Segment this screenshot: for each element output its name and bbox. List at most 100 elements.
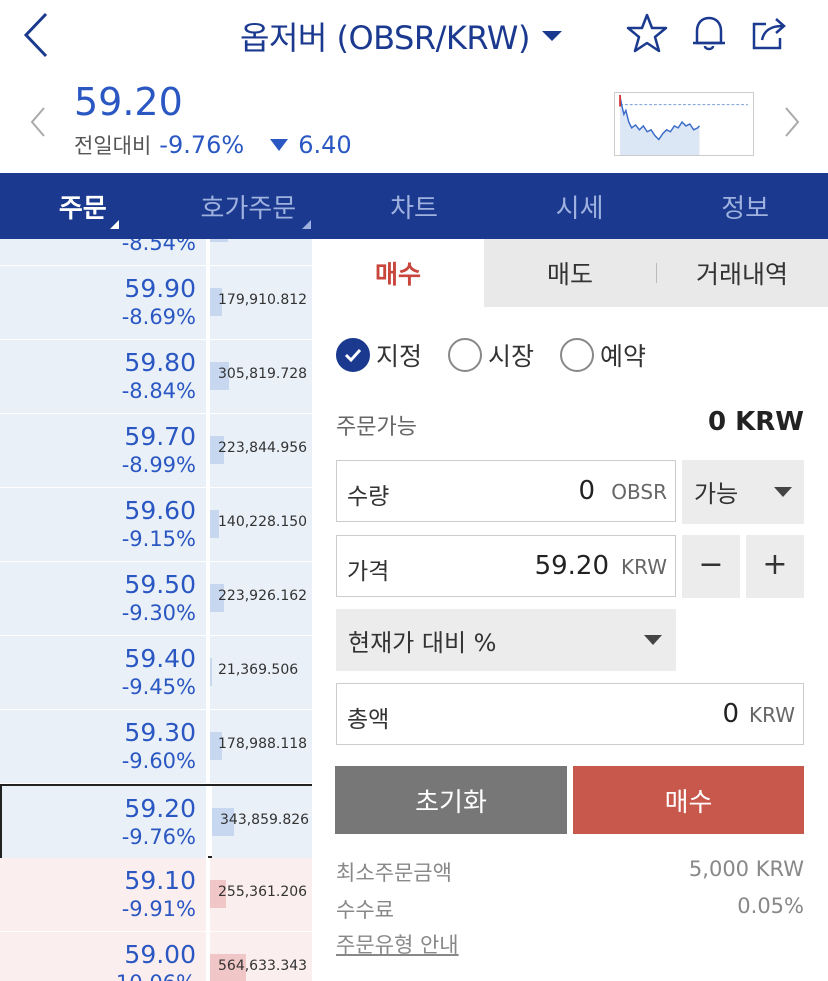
quantity-select[interactable]: 가능	[682, 460, 804, 524]
row-volume: 179,910.812	[218, 292, 308, 308]
orderbook-row[interactable]: 59.40 -9.45% 21,369.506	[0, 636, 312, 710]
row-price: 59.40	[124, 644, 196, 673]
price-value: 59.20	[534, 551, 609, 581]
orderbook-row[interactable]: 59.10 -9.91% 255,361.206	[0, 858, 312, 932]
tab-quote-order[interactable]: 호가주문	[166, 173, 332, 239]
price-cell: 59.20 -9.76%	[2, 786, 208, 859]
row-percent: -8.99%	[121, 453, 196, 477]
row-volume: 564,633.343	[218, 958, 308, 974]
price-cell: -8.54%	[0, 239, 208, 265]
subtab-buy[interactable]: 매수	[312, 239, 484, 307]
orderbook-row[interactable]: 59.80 -8.84% 305,819.728	[0, 340, 312, 414]
row-volume: 343,859.826	[220, 812, 310, 828]
row-price: 59.50	[124, 570, 196, 599]
available-label: 주문가능	[336, 415, 417, 440]
orderbook-row[interactable]: 59.30 -9.60% 178,988.118	[0, 710, 312, 784]
subtab-history[interactable]: 거래내역	[656, 239, 828, 307]
row-volume: 223,844.956	[218, 440, 308, 456]
order-type-market[interactable]: 시장	[448, 337, 534, 373]
down-triangle-icon	[270, 139, 289, 151]
row-volume: 223,926.162	[218, 588, 308, 604]
price-cell: 59.90 -8.69%	[0, 266, 208, 339]
back-icon[interactable]	[18, 10, 58, 60]
total-unit: KRW	[749, 703, 795, 727]
corner-indicator-icon	[301, 220, 311, 229]
order-book[interactable]: -8.54% 59.90 -8.69% 179,910.812 59.80 -8.84% 3…	[0, 239, 312, 981]
total-label: 총액	[347, 707, 390, 733]
minus-icon: −	[698, 547, 724, 582]
quantity-field[interactable]: 수량 0 OBSR	[336, 460, 676, 522]
caret-down-icon	[774, 487, 792, 497]
volume-cell: 178,988.118	[210, 710, 312, 783]
row-percent: -10.06%	[108, 971, 196, 981]
orderbook-row[interactable]: 59.00 -10.06% 564,633.343	[0, 932, 312, 981]
row-volume: 255,361.206	[218, 884, 308, 900]
price-unit: KRW	[621, 555, 667, 579]
radio-empty-icon	[560, 338, 595, 372]
orderbook-row[interactable]: 59.50 -9.30% 223,926.162	[0, 562, 312, 636]
buy-button[interactable]: 매수	[573, 766, 804, 834]
change-amount: 6.40	[298, 131, 352, 159]
change-info: 전일대비 -9.76% 6.40	[74, 130, 352, 160]
tab-label: 정보	[721, 193, 770, 224]
volume-cell: 179,910.812	[210, 266, 312, 339]
row-price: 59.20	[124, 794, 196, 823]
orderbook-row[interactable]: 59.70 -8.99% 223,844.956	[0, 414, 312, 488]
star-icon[interactable]	[626, 12, 668, 54]
order-type-limit[interactable]: 지정	[336, 337, 422, 373]
volume-cell: 223,844.956	[210, 414, 312, 487]
fee-row: 수수료 0.05%	[336, 894, 804, 924]
tab-info[interactable]: 정보	[662, 173, 828, 239]
quantity-select-label: 가능	[694, 480, 739, 508]
row-percent: -9.91%	[121, 897, 196, 921]
price-field[interactable]: 가격 59.20 KRW	[336, 535, 676, 597]
row-percent: -9.76%	[121, 825, 196, 849]
title-selector[interactable]: 옵저버 (OBSR/KRW)	[240, 14, 562, 58]
price-cell: 59.70 -8.99%	[0, 414, 208, 487]
row-percent: -8.54%	[121, 239, 196, 255]
row-percent: -9.15%	[121, 527, 196, 551]
change-label: 전일대비	[74, 134, 152, 158]
row-price: 59.70	[124, 422, 196, 451]
orderbook-row-current[interactable]: 59.20 -9.76% 343,859.826	[0, 784, 312, 859]
tab-order[interactable]: 주문	[0, 173, 166, 239]
tab-market[interactable]: 시세	[497, 173, 663, 239]
order-type-reserve[interactable]: 예약	[560, 337, 646, 373]
price-decrement-button[interactable]: −	[682, 535, 740, 598]
checkmark-icon	[336, 338, 370, 372]
available-value: 0 KRW	[708, 407, 804, 437]
price-increment-button[interactable]: +	[746, 535, 804, 598]
tab-label: 주문	[58, 193, 107, 224]
volume-cell: 564,633.343	[210, 932, 312, 981]
mini-chart[interactable]	[614, 92, 754, 156]
order-panel: 매수 매도 거래내역 지정 시장 예약 주문가능 0 KRW 수량 0 OBSR…	[312, 239, 828, 981]
chevron-left-icon[interactable]	[28, 104, 48, 140]
total-field[interactable]: 총액 0 KRW	[336, 683, 804, 745]
price-cell: 59.10 -9.91%	[0, 858, 208, 931]
volume-cell	[210, 239, 312, 265]
share-icon[interactable]	[748, 12, 790, 54]
orderbook-row[interactable]: 59.90 -8.69% 179,910.812	[0, 266, 312, 340]
volume-cell: 305,819.728	[210, 340, 312, 413]
change-percent: -9.76%	[159, 131, 245, 159]
percent-select[interactable]: 현재가 대비 %	[336, 609, 676, 671]
row-volume: 21,369.506	[218, 662, 299, 678]
header: 옵저버 (OBSR/KRW)	[0, 0, 828, 70]
reset-button[interactable]: 초기화	[335, 766, 567, 834]
row-price: 59.60	[124, 496, 196, 525]
order-type-guide-link[interactable]: 주문유형 안내	[336, 929, 459, 959]
tab-chart[interactable]: 차트	[331, 173, 497, 239]
bell-icon[interactable]	[688, 12, 730, 54]
subtab-label: 매수	[374, 260, 421, 289]
row-volume: 140,228.150	[218, 514, 308, 530]
orderbook-row[interactable]: -8.54%	[0, 239, 312, 266]
orderbook-row[interactable]: 59.60 -9.15% 140,228.150	[0, 488, 312, 562]
price-cell: 59.50 -9.30%	[0, 562, 208, 635]
chevron-right-icon[interactable]	[782, 104, 802, 140]
min-order-row: 최소주문금액 5,000 KRW	[336, 857, 804, 887]
subtab-sell[interactable]: 매도	[484, 239, 656, 307]
price-cell: 59.80 -8.84%	[0, 340, 208, 413]
fee-label: 수수료	[336, 898, 394, 922]
min-order-label: 최소주문금액	[336, 861, 452, 885]
fee-value: 0.05%	[737, 894, 804, 918]
